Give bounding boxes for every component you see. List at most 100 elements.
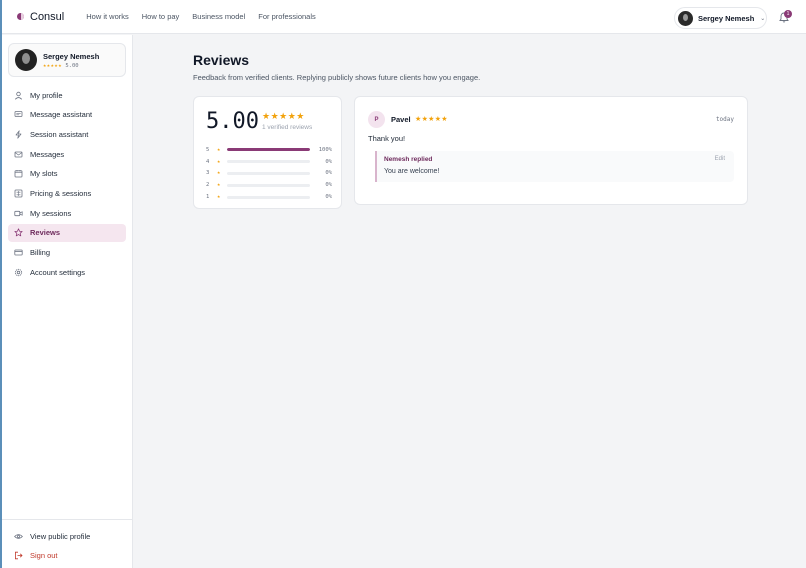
sidebar-item-my-profile[interactable]: My profile bbox=[8, 86, 126, 104]
distribution-row: 2 ★ 0% bbox=[206, 179, 332, 191]
review-text: Thank you! bbox=[368, 134, 406, 143]
sidebar-item-label: Message assistant bbox=[30, 110, 93, 120]
sidebar-item-label: Session assistant bbox=[30, 129, 89, 139]
profile-card[interactable]: Sergey Nemesh ★★★★★ 5.00 bbox=[8, 43, 126, 77]
star-icon: ★ bbox=[217, 194, 221, 201]
sidebar-item-label: Account settings bbox=[30, 267, 86, 277]
distribution-row: 3 ★ 0% bbox=[206, 168, 332, 180]
message-icon bbox=[14, 110, 23, 119]
star-icon bbox=[14, 228, 23, 237]
reviewer-name: Pavel bbox=[391, 115, 411, 124]
profile-rating: ★★★★★ 5.00 bbox=[43, 63, 99, 69]
star-level: 2 bbox=[206, 182, 210, 189]
page-subtitle: Feedback from verified clients. Replying… bbox=[193, 73, 481, 82]
distribution-percent: 0% bbox=[325, 158, 332, 165]
distribution-bar-fill bbox=[227, 148, 310, 152]
sign-out-button[interactable]: Sign out bbox=[8, 547, 126, 565]
distribution-bar bbox=[227, 160, 310, 164]
rating-value: 5.00 bbox=[65, 62, 79, 69]
sidebar-item-pricing-sessions[interactable]: Pricing & sessions bbox=[8, 184, 126, 202]
sign-out-label: Sign out bbox=[30, 551, 58, 561]
reviewer-avatar: P bbox=[368, 111, 385, 128]
distribution-row: 4 ★ 0% bbox=[206, 156, 332, 168]
distribution-row: 1 ★ 0% bbox=[206, 191, 332, 203]
card-icon bbox=[14, 248, 23, 257]
rating-distribution: 5 ★ 100% 4 ★ 0% 3 ★ 0% 2 ★ 0% 1 ★ 0% bbox=[206, 144, 332, 203]
star-icon: ★ bbox=[217, 182, 221, 189]
rating-summary-card: 5.00 ★★★★★ 1 verified reviews 5 ★ 100% 4 ★ 0%… bbox=[193, 96, 342, 209]
review-stars: ★★★★★ bbox=[415, 116, 448, 123]
avatar bbox=[15, 49, 37, 71]
profile-name: Sergey Nemesh bbox=[43, 51, 100, 61]
sidebar-item-billing[interactable]: Billing bbox=[8, 244, 126, 262]
chevron-down-icon: ⌄ bbox=[760, 15, 766, 22]
view-public-profile-link[interactable]: View public profile bbox=[8, 527, 126, 545]
distribution-bar bbox=[227, 148, 310, 152]
sidebar-item-label: My profile bbox=[30, 90, 63, 100]
sidebar-item-account-settings[interactable]: Account settings bbox=[8, 263, 126, 281]
sidebar-footer: View public profile Sign out bbox=[2, 519, 133, 566]
sidebar-item-session-assistant[interactable]: Session assistant bbox=[8, 125, 126, 143]
user-name: Sergey Nemesh bbox=[698, 13, 755, 23]
logo-icon bbox=[17, 13, 24, 20]
sidebar-item-message-assistant[interactable]: Message assistant bbox=[8, 106, 126, 124]
edit-reply-button[interactable]: Edit bbox=[715, 156, 725, 162]
sidebar-item-label: My slots bbox=[30, 169, 58, 179]
review-card: P Pavel ★★★★★ today Thank you! Nemesh re… bbox=[354, 96, 748, 205]
notification-badge: 1 bbox=[784, 10, 792, 18]
sidebar-item-label: Pricing & sessions bbox=[30, 188, 92, 198]
user-icon bbox=[14, 91, 23, 100]
avatar bbox=[678, 10, 693, 26]
review-date: today bbox=[715, 116, 734, 123]
sidebar-item-label: Billing bbox=[30, 248, 51, 257]
brand-logo[interactable]: Consul bbox=[17, 11, 64, 23]
sidebar-item-label: My sessions bbox=[30, 208, 72, 218]
nav-how-it-works[interactable]: How it works bbox=[86, 12, 129, 21]
view-public-profile-label: View public profile bbox=[30, 531, 91, 541]
brand-name: Consul bbox=[30, 10, 65, 23]
nav-business-model[interactable]: Business model bbox=[192, 12, 245, 21]
sidebar-item-reviews[interactable]: Reviews bbox=[8, 223, 126, 242]
distribution-bar bbox=[227, 183, 310, 187]
nav-for-professionals[interactable]: For professionals bbox=[258, 12, 316, 21]
distribution-percent: 0% bbox=[325, 182, 332, 189]
star-level: 4 bbox=[206, 158, 210, 165]
average-score: 5.00 bbox=[206, 109, 259, 134]
rating-stars: ★★★★★ bbox=[43, 62, 63, 69]
star-icon: ★ bbox=[217, 146, 221, 153]
user-menu-button[interactable]: Sergey Nemesh ⌄ bbox=[674, 7, 767, 29]
review-count: 1 verified reviews bbox=[262, 124, 313, 131]
pricing-icon bbox=[14, 189, 23, 198]
star-level: 1 bbox=[206, 194, 210, 201]
sidebar-item-label: Messages bbox=[30, 149, 65, 159]
sidebar-item-label: Reviews bbox=[30, 228, 61, 238]
reply-text: You are welcome! bbox=[384, 168, 440, 175]
reply-box: Nemesh replied Edit You are welcome! bbox=[375, 151, 734, 182]
sidebar-item-my-slots[interactable]: My slots bbox=[8, 165, 126, 183]
distribution-percent: 0% bbox=[325, 194, 332, 201]
sidebar: Sergey Nemesh ★★★★★ 5.00 My profile Mess… bbox=[2, 35, 133, 568]
star-level: 5 bbox=[206, 146, 210, 153]
main-nav: How it works How to pay Business model F… bbox=[86, 12, 316, 21]
sidebar-item-messages[interactable]: Messages bbox=[8, 145, 126, 163]
distribution-row: 5 ★ 100% bbox=[206, 144, 332, 156]
distribution-bar bbox=[227, 171, 310, 175]
calendar-icon bbox=[14, 169, 23, 178]
distribution-bar bbox=[227, 195, 310, 199]
bolt-icon bbox=[14, 130, 23, 139]
star-icon: ★ bbox=[217, 158, 221, 165]
star-icon: ★ bbox=[217, 170, 221, 177]
reply-author: Nemesh replied bbox=[384, 156, 433, 163]
sidebar-menu: My profile Message assistant Session ass… bbox=[8, 86, 126, 283]
sidebar-item-my-sessions[interactable]: My sessions bbox=[8, 204, 126, 222]
eye-icon bbox=[14, 532, 23, 541]
distribution-percent: 100% bbox=[318, 146, 332, 153]
nav-how-to-pay[interactable]: How to pay bbox=[142, 12, 180, 21]
distribution-percent: 0% bbox=[325, 170, 332, 177]
video-icon bbox=[14, 209, 23, 218]
gear-icon bbox=[14, 268, 23, 277]
star-level: 3 bbox=[206, 170, 210, 177]
summary-stars: ★★★★★ bbox=[262, 111, 305, 121]
logout-icon bbox=[14, 551, 23, 560]
page-title: Reviews bbox=[193, 52, 250, 68]
